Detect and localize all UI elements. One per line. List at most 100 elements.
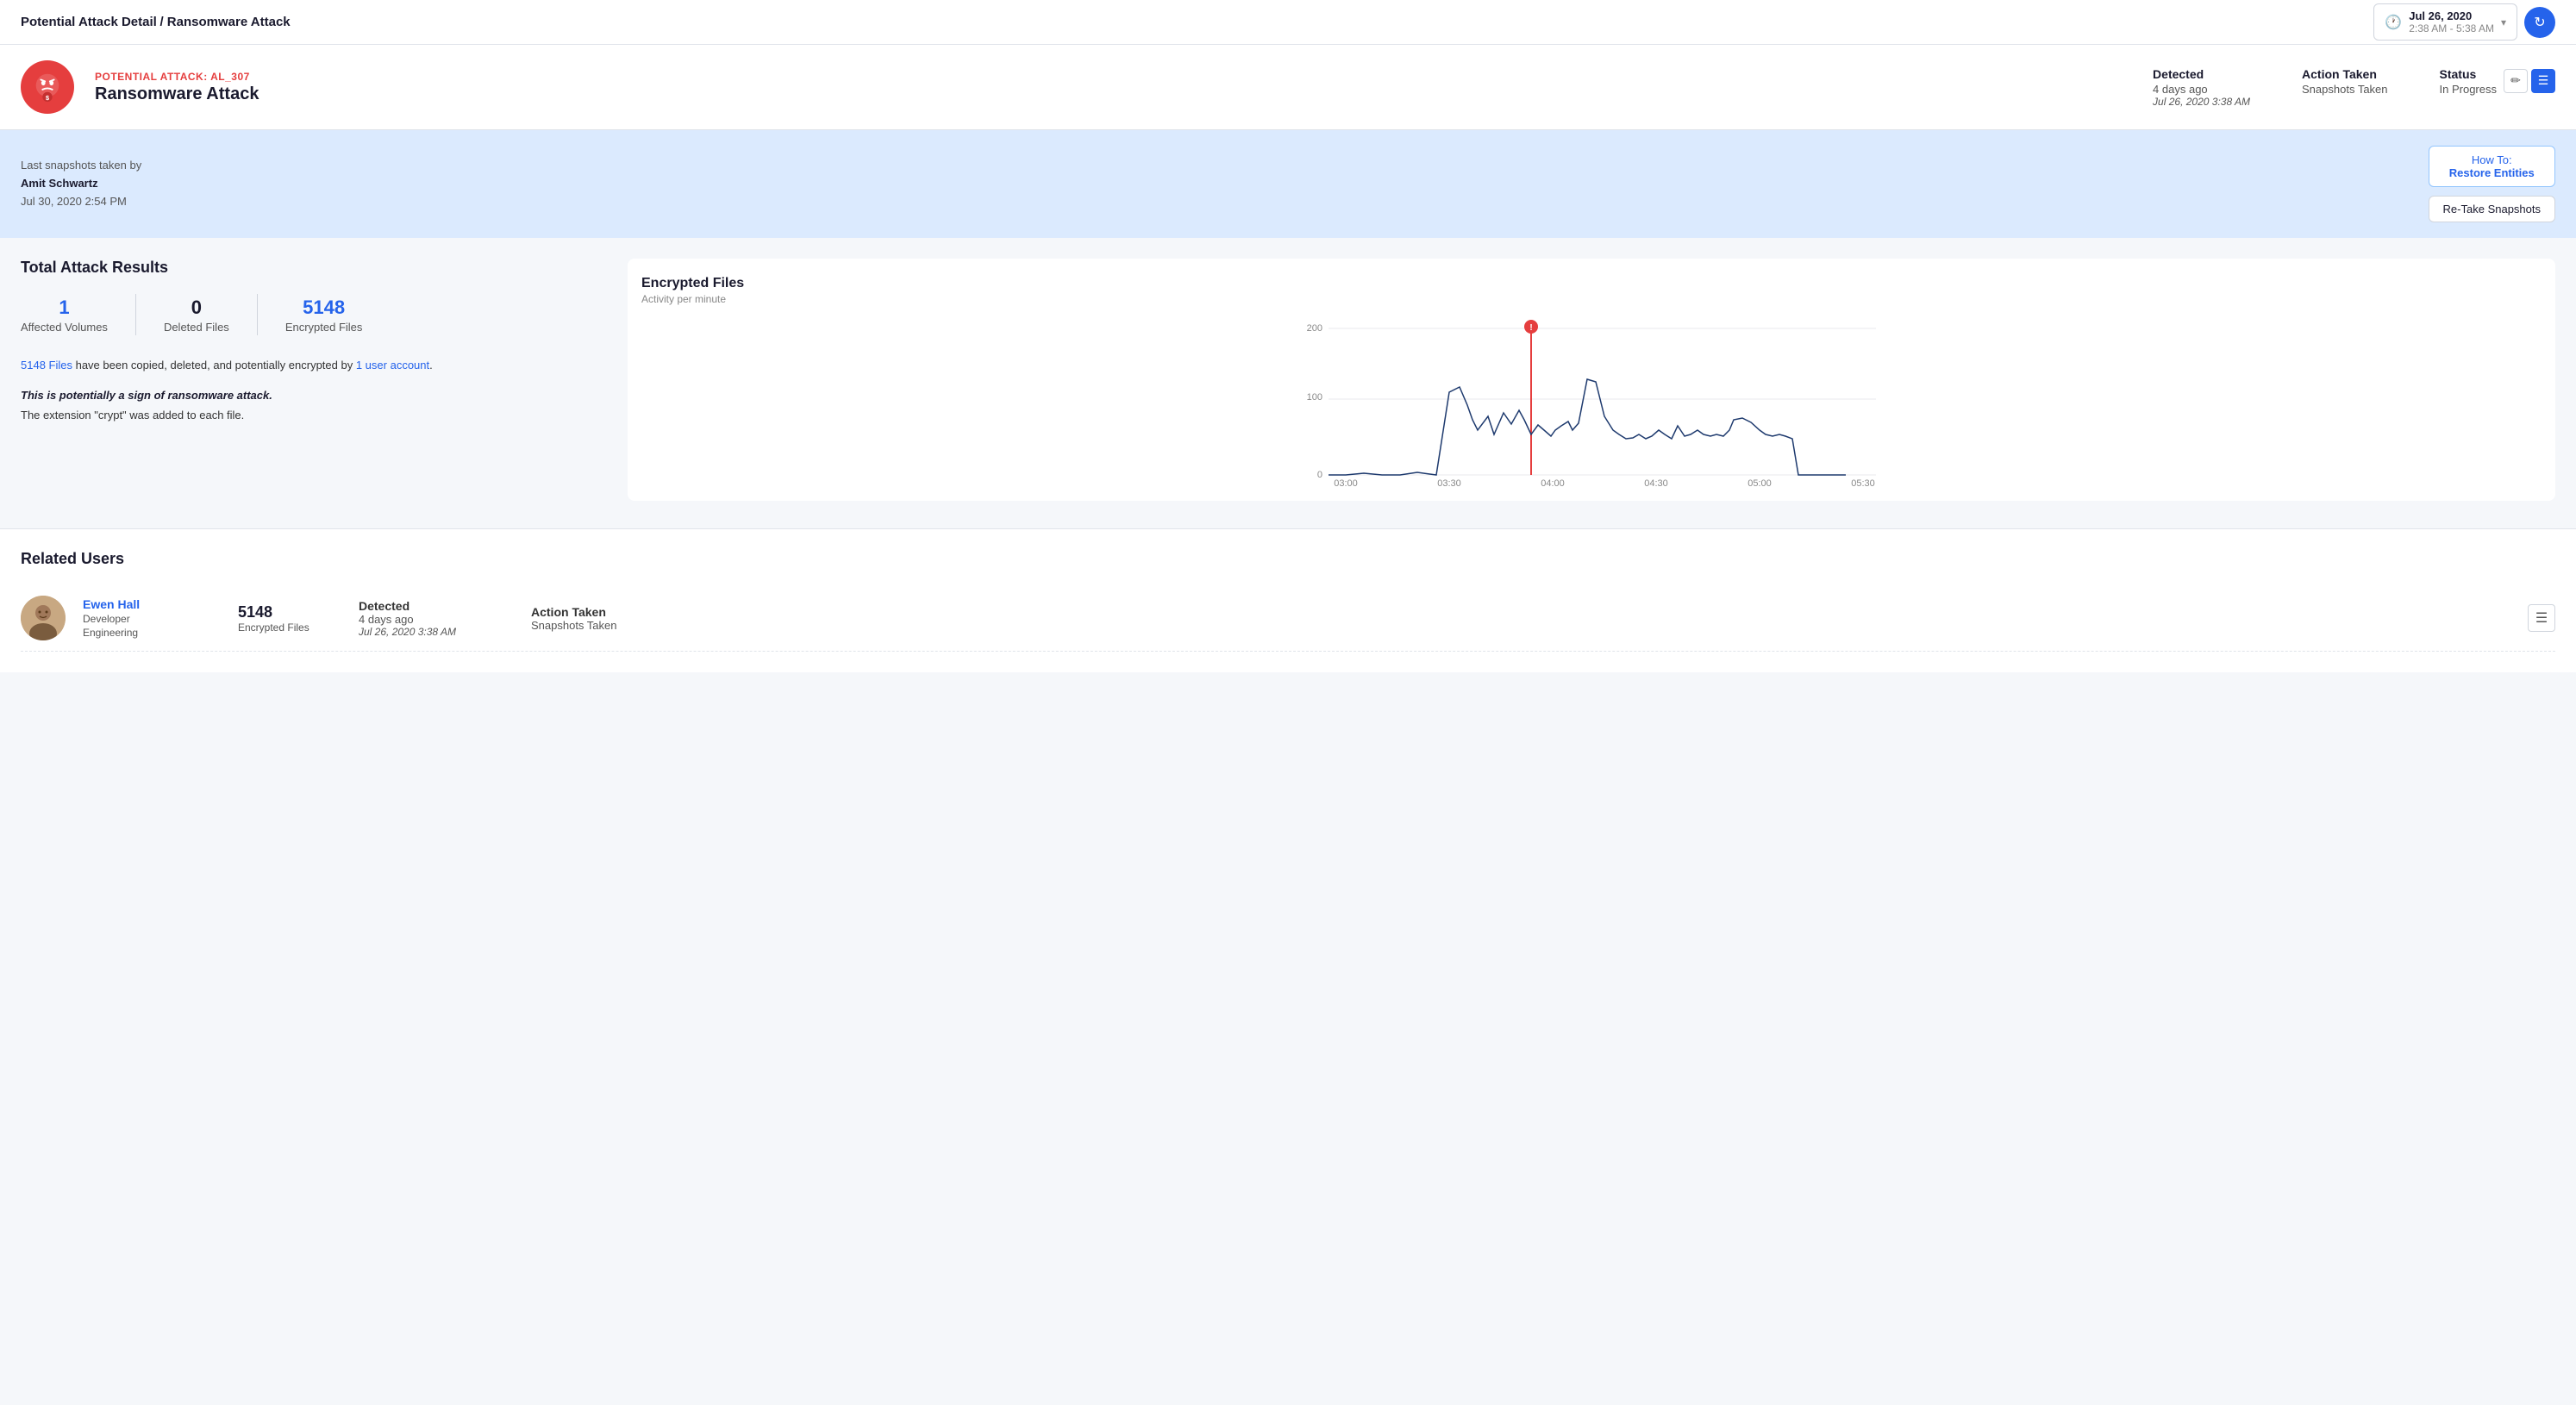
- status-stat: Status In Progress ✏ ☰: [2440, 67, 2555, 96]
- left-panel: Total Attack Results 1 Affected Volumes …: [21, 259, 607, 501]
- how-to-line1: How To:: [2447, 153, 2537, 166]
- view-status-button[interactable]: ☰: [2531, 69, 2555, 93]
- ransomware-italic: This is potentially a sign of ransomware…: [21, 389, 607, 402]
- attack-icon: $: [21, 60, 74, 114]
- breadcrumb: Potential Attack Detail / Ransomware Att…: [21, 15, 291, 29]
- related-section: Related Users Ewen Hall Developer Engine…: [0, 528, 2576, 672]
- action-taken-stat: Action Taken Snapshots Taken: [2302, 67, 2388, 96]
- date-picker[interactable]: 🕐 Jul 26, 2020 2:38 AM - 5:38 AM ▾: [2373, 3, 2517, 41]
- status-value: In Progress: [2440, 83, 2497, 96]
- related-title: Related Users: [21, 550, 2555, 568]
- svg-text:!: !: [1529, 323, 1532, 333]
- chevron-down-icon: ▾: [2501, 16, 2506, 28]
- stats-row: 1 Affected Volumes 0 Deleted Files 5148 …: [21, 294, 607, 335]
- user-action-value: Snapshots Taken: [531, 619, 686, 632]
- date-main: Jul 26, 2020: [2409, 9, 2494, 22]
- attack-header: $ POTENTIAL ATTACK: AL_307 Ransomware At…: [0, 45, 2576, 130]
- user-account-link[interactable]: 1 user account: [356, 359, 429, 372]
- top-bar-right: 🕐 Jul 26, 2020 2:38 AM - 5:38 AM ▾ ↻: [2373, 3, 2555, 41]
- user-name[interactable]: Ewen Hall: [83, 597, 221, 611]
- date-sub-time: 2:38 AM - 5:38 AM: [2409, 22, 2494, 34]
- snapshot-banner: Last snapshots taken by Amit Schwartz Ju…: [0, 130, 2576, 238]
- breadcrumb-separator: /: [159, 15, 166, 29]
- status-actions: ✏ ☰: [2504, 69, 2555, 93]
- files-link[interactable]: 5148 Files: [21, 359, 72, 372]
- svg-text:03:00: 03:00: [1334, 478, 1358, 488]
- action-taken-label: Action Taken: [2302, 67, 2388, 81]
- total-attack-title: Total Attack Results: [21, 259, 607, 277]
- user-files: 5148 Encrypted Files: [238, 603, 341, 634]
- encrypted-files-label: Encrypted Files: [285, 321, 363, 334]
- svg-text:04:00: 04:00: [1541, 478, 1565, 488]
- chart-container: Encrypted Files Activity per minute 200 …: [628, 259, 2555, 501]
- deleted-files-label: Deleted Files: [164, 321, 229, 334]
- table-row: Ewen Hall Developer Engineering 5148 Enc…: [21, 585, 2555, 652]
- affected-volumes-label: Affected Volumes: [21, 321, 108, 334]
- svg-text:04:30: 04:30: [1644, 478, 1668, 488]
- date-picker-text: Jul 26, 2020 2:38 AM - 5:38 AM: [2409, 9, 2494, 34]
- breadcrumb-parent: Potential Attack Detail: [21, 15, 157, 29]
- chart-area: 200 100 0 ! 03:00 03:30 04:00: [641, 315, 2542, 490]
- snapshot-date: Jul 30, 2020 2:54 PM: [21, 193, 141, 211]
- snapshot-by-name: Amit Schwartz: [21, 175, 141, 193]
- encrypted-files-stat: 5148 Encrypted Files: [258, 297, 391, 334]
- detected-date: Jul 26, 2020 3:38 AM: [2153, 96, 2250, 108]
- user-action: Action Taken Snapshots Taken: [531, 605, 686, 632]
- chart-subtitle: Activity per minute: [641, 293, 2542, 305]
- svg-text:05:30: 05:30: [1851, 478, 1875, 488]
- encrypted-files-num: 5148: [285, 297, 363, 319]
- right-panel: Encrypted Files Activity per minute 200 …: [607, 259, 2555, 501]
- user-role-line1: Developer: [83, 613, 221, 625]
- svg-text:0: 0: [1317, 470, 1322, 480]
- detected-stat: Detected 4 days ago Jul 26, 2020 3:38 AM: [2153, 67, 2250, 108]
- user-detected-relative: 4 days ago: [359, 613, 514, 626]
- attack-label: POTENTIAL ATTACK: AL_307: [95, 71, 2132, 83]
- user-encrypted-count: 5148: [238, 603, 341, 621]
- affected-volumes-stat: 1 Affected Volumes: [21, 297, 135, 334]
- deleted-files-num: 0: [164, 297, 229, 319]
- user-avatar-svg: [21, 596, 66, 640]
- attack-info: POTENTIAL ATTACK: AL_307 Ransomware Atta…: [95, 71, 2132, 104]
- how-to-button[interactable]: How To: Restore Entities: [2429, 146, 2555, 187]
- svg-text:05:00: 05:00: [1748, 478, 1772, 488]
- svg-text:200: 200: [1307, 323, 1322, 334]
- attack-description: 5148 Files have been copied, deleted, an…: [21, 356, 607, 375]
- detected-relative: 4 days ago: [2153, 83, 2250, 96]
- desc-end: .: [429, 359, 433, 372]
- user-info: Ewen Hall Developer Engineering: [83, 597, 221, 639]
- user-detected-label: Detected: [359, 599, 514, 613]
- retake-snapshots-button[interactable]: Re-Take Snapshots: [2429, 196, 2555, 222]
- svg-text:100: 100: [1307, 392, 1322, 403]
- user-row-action: ☰: [2528, 604, 2555, 632]
- breadcrumb-current: Ransomware Attack: [167, 15, 291, 29]
- user-detected: Detected 4 days ago Jul 26, 2020 3:38 AM: [359, 599, 514, 638]
- desc-text: have been copied, deleted, and potential…: [72, 359, 356, 372]
- edit-status-button[interactable]: ✏: [2504, 69, 2528, 93]
- status-label: Status: [2440, 67, 2497, 81]
- main-content: Total Attack Results 1 Affected Volumes …: [0, 238, 2576, 521]
- affected-volumes-num: 1: [21, 297, 108, 319]
- user-detected-date: Jul 26, 2020 3:38 AM: [359, 626, 514, 638]
- top-bar: Potential Attack Detail / Ransomware Att…: [0, 0, 2576, 45]
- avatar: [21, 596, 66, 640]
- svg-text:03:30: 03:30: [1437, 478, 1461, 488]
- action-taken-value: Snapshots Taken: [2302, 83, 2388, 96]
- user-role-line2: Engineering: [83, 627, 221, 639]
- ransomware-icon: $: [31, 71, 64, 103]
- user-files-label: Encrypted Files: [238, 621, 341, 634]
- how-to-line2: Restore Entities: [2447, 166, 2537, 179]
- header-stats: Detected 4 days ago Jul 26, 2020 3:38 AM…: [2153, 67, 2555, 108]
- refresh-button[interactable]: ↻: [2524, 7, 2555, 38]
- user-action-label: Action Taken: [531, 605, 686, 619]
- status-text: Status In Progress: [2440, 67, 2497, 96]
- attack-title: Ransomware Attack: [95, 84, 2132, 104]
- detected-label: Detected: [2153, 67, 2250, 81]
- deleted-files-stat: 0 Deleted Files: [136, 297, 257, 334]
- extension-text: The extension "crypt" was added to each …: [21, 409, 607, 422]
- user-detail-button[interactable]: ☰: [2528, 604, 2555, 632]
- snapshot-actions: How To: Restore Entities Re-Take Snapsho…: [2429, 146, 2555, 222]
- chart-svg: 200 100 0 ! 03:00 03:30 04:00: [641, 315, 2542, 488]
- snapshot-by-label: Last snapshots taken by: [21, 157, 141, 175]
- clock-icon: 🕐: [2385, 14, 2402, 31]
- chart-title: Encrypted Files: [641, 276, 2542, 291]
